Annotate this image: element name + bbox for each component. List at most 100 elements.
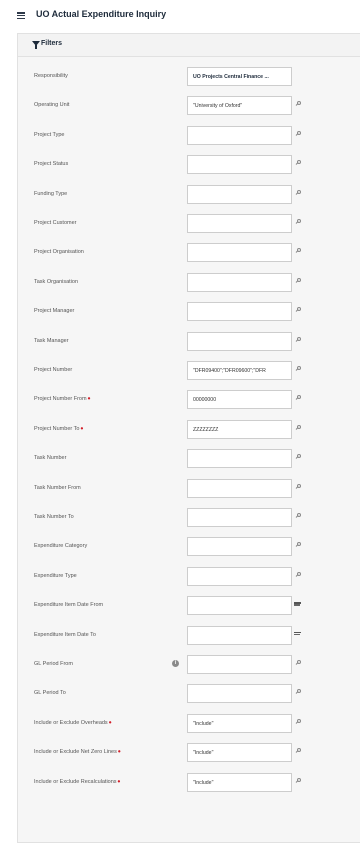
search-icon[interactable]: [295, 277, 302, 284]
field-label: GL Period To: [34, 690, 66, 696]
input-project-type[interactable]: [187, 125, 292, 145]
input-expenditure-type[interactable]: [187, 566, 292, 586]
select-responsibility[interactable]: UO Projects Central Finance ...: [187, 67, 292, 86]
input-project-organisation[interactable]: [187, 243, 292, 263]
filters-panel: Filters Responsibility UO Projects Centra…: [17, 33, 360, 843]
input-task-organisation[interactable]: [187, 272, 292, 292]
input-project-status[interactable]: [187, 155, 292, 175]
field-label-text: Include or Exclude Recalculations: [34, 778, 117, 785]
input-project-number-from[interactable]: 00000000: [187, 390, 292, 410]
search-icon[interactable]: [295, 513, 302, 519]
field-label: Task Number To: [34, 514, 74, 520]
field-label: Include or Exclude Net Zero Lines•: [34, 748, 121, 756]
input-gl-period-to[interactable]: [187, 684, 292, 704]
field-label: Project Number From•: [34, 395, 90, 403]
search-icon[interactable]: [295, 366, 302, 372]
search-icon[interactable]: [295, 483, 302, 490]
filter-row-project-status: Project Status: [18, 155, 360, 175]
input-include-or-exclude-recalculations[interactable]: "Include": [187, 772, 292, 792]
search-icon[interactable]: [295, 160, 302, 166]
filter-row-project-customer: Project Customer: [18, 214, 360, 234]
field-label-text: GL Period From: [34, 661, 73, 667]
field-label-text: Project Customer: [34, 220, 77, 226]
filter-row-project-manager: Project Manager: [18, 302, 360, 322]
filter-row-task-number: Task Number: [18, 449, 360, 469]
list-icon[interactable]: [17, 12, 25, 20]
field-label-text: Responsibility: [34, 73, 68, 79]
search-icon[interactable]: [295, 307, 302, 313]
input-expenditure-item-date-to[interactable]: [187, 625, 292, 645]
filter-row-expenditure-item-date-to: Expenditure Item Date To: [18, 625, 360, 646]
search-icon[interactable]: [295, 424, 302, 431]
filter-row-include-or-exclude-overheads: Include or Exclude Overheads• "Include": [18, 713, 360, 734]
input-include-or-exclude-overheads[interactable]: "Include": [187, 713, 292, 733]
filter-row-include-or-exclude-net-zero-lines: Include or Exclude Net Zero Lines• "Inclu…: [18, 743, 360, 763]
search-icon[interactable]: [295, 248, 302, 254]
field-label-text: Funding Type: [34, 190, 68, 197]
input-task-number[interactable]: [187, 449, 292, 469]
search-icon[interactable]: [295, 336, 302, 343]
field-label: Expenditure Category: [34, 543, 87, 549]
search-icon[interactable]: [295, 748, 302, 754]
input-expenditure-item-date-from[interactable]: [187, 596, 292, 616]
input-project-customer[interactable]: [187, 214, 292, 233]
input-operating-unit[interactable]: "University of Oxford": [187, 96, 292, 116]
input-project-manager[interactable]: [187, 302, 292, 322]
filter-row-project-number-to: Project Number To• ZZZZZZZZ: [18, 419, 360, 440]
input-task-number-from[interactable]: [187, 478, 292, 498]
input-gl-period-from[interactable]: [187, 655, 292, 674]
filter-row-project-organisation: Project Organisation: [18, 243, 360, 263]
field-label: Include or Exclude Recalculations•: [34, 777, 120, 785]
page-header: UO Actual Expenditure Inquiry: [0, 0, 360, 30]
search-icon[interactable]: [295, 718, 302, 725]
filters-title: Filters: [41, 40, 63, 47]
input-task-number-to[interactable]: [187, 508, 292, 527]
field-label-text: Project Status: [34, 161, 69, 168]
search-icon[interactable]: [295, 571, 302, 578]
field-label: Project Number: [34, 367, 72, 373]
input-include-or-exclude-net-zero-lines[interactable]: "Include": [187, 743, 292, 763]
field-label: Expenditure Item Date From: [34, 602, 103, 608]
input-project-number-to[interactable]: ZZZZZZZZ: [187, 419, 292, 439]
field-label: Operating Unit: [34, 102, 69, 108]
field-label: Task Organisation: [34, 279, 78, 285]
field-label-text: Expenditure Item Date To: [34, 631, 96, 638]
search-icon[interactable]: [295, 660, 302, 666]
field-label: Task Number From: [34, 485, 81, 491]
field-label-text: Include or Exclude Net Zero Lines: [34, 749, 117, 756]
search-icon[interactable]: [295, 101, 302, 107]
info-icon[interactable]: i: [172, 660, 179, 667]
required-indicator: •: [108, 717, 112, 727]
field-label-text: Task Manager: [34, 337, 69, 344]
input-task-manager[interactable]: [187, 331, 292, 351]
search-icon[interactable]: [295, 542, 302, 548]
field-label-text: Project Number To: [34, 425, 80, 432]
field-label-text: Task Number To: [34, 514, 74, 520]
field-label-text: Project Manager: [34, 308, 75, 315]
search-icon[interactable]: [295, 219, 302, 225]
search-icon[interactable]: [295, 130, 302, 137]
filter-row-operating-unit: Operating Unit "University of Oxford": [18, 96, 360, 116]
search-icon[interactable]: [295, 189, 302, 196]
field-label: Funding Type: [34, 191, 67, 197]
field-label: Include or Exclude Overheads•: [34, 717, 112, 727]
calendar-icon[interactable]: [294, 602, 301, 608]
field-label: Task Manager: [34, 338, 69, 344]
input-funding-type[interactable]: [187, 184, 292, 204]
field-label-text: Task Organisation: [34, 278, 79, 285]
filter-row-expenditure-item-date-from: Expenditure Item Date From: [18, 596, 360, 616]
filter-row-include-or-exclude-recalculations: Include or Exclude Recalculations• "Inclu…: [18, 772, 360, 793]
search-icon[interactable]: [295, 689, 302, 695]
filter-row-gl-period-to: GL Period To: [18, 684, 360, 704]
search-icon[interactable]: [295, 395, 302, 401]
search-icon[interactable]: [295, 454, 302, 460]
field-label-text: Project Type: [34, 131, 65, 138]
field-label: Project Organisation: [34, 249, 84, 255]
filters-header[interactable]: Filters: [18, 34, 360, 57]
search-icon[interactable]: [295, 777, 302, 784]
field-label: Project Type: [34, 132, 64, 138]
filter-row-task-number-from: Task Number From: [18, 478, 360, 499]
calendar-icon[interactable]: [294, 631, 301, 638]
input-project-number[interactable]: "DFR09400";"DFR09600";"DFR: [187, 361, 292, 380]
input-expenditure-category[interactable]: [187, 537, 292, 557]
